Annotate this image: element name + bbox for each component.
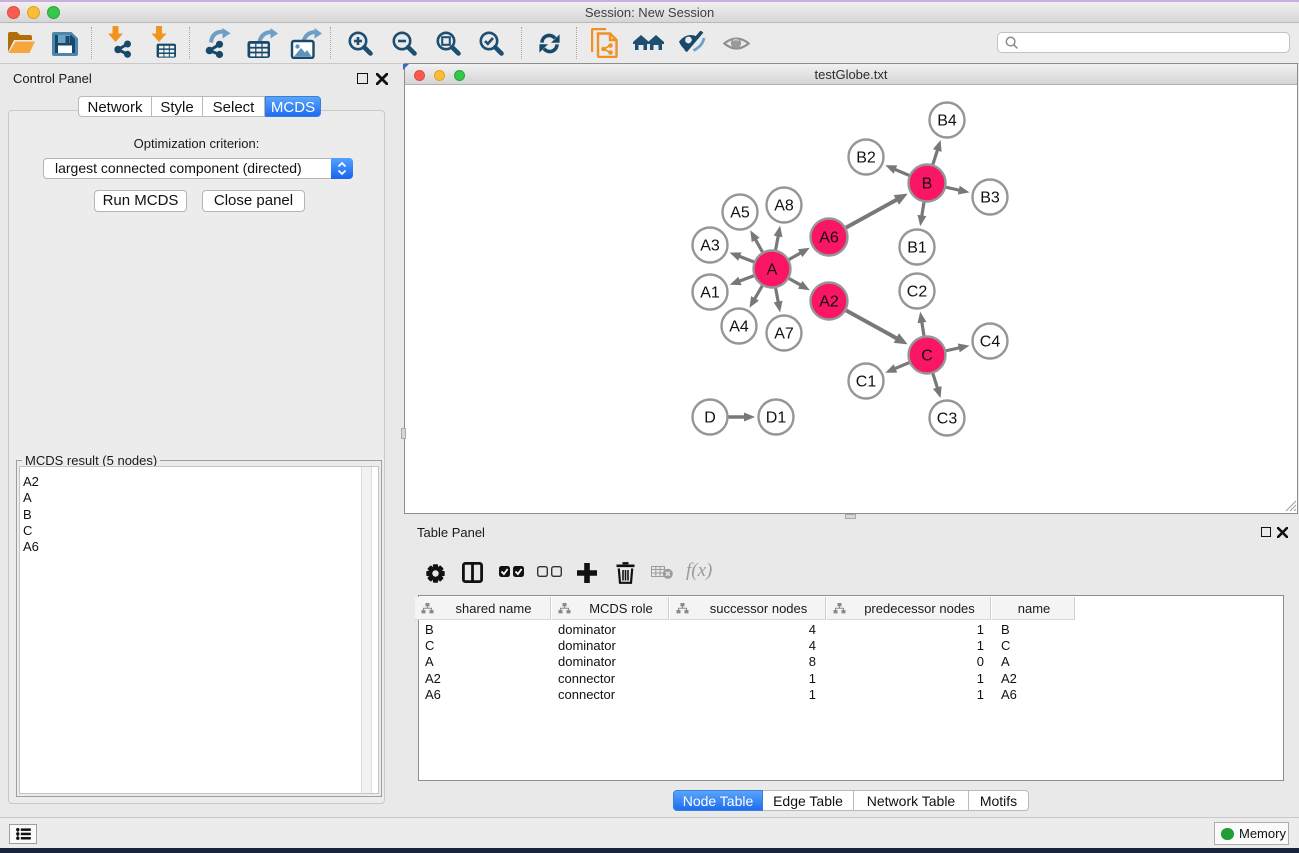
svg-text:A3: A3: [700, 238, 720, 255]
svg-text:C2: C2: [907, 284, 928, 301]
svg-text:B1: B1: [907, 240, 927, 257]
svg-text:B: B: [922, 176, 933, 193]
svg-text:A8: A8: [774, 198, 794, 215]
svg-text:B3: B3: [980, 190, 1000, 207]
svg-text:A6: A6: [819, 230, 839, 247]
svg-text:C1: C1: [856, 374, 877, 391]
svg-text:A5: A5: [730, 205, 750, 222]
svg-text:D: D: [704, 410, 716, 427]
svg-text:A1: A1: [700, 285, 720, 302]
svg-text:C3: C3: [937, 411, 958, 428]
svg-text:C4: C4: [980, 334, 1001, 351]
svg-text:B4: B4: [937, 113, 957, 130]
svg-text:A7: A7: [774, 326, 794, 343]
svg-text:B2: B2: [856, 150, 876, 167]
svg-text:A4: A4: [729, 319, 749, 336]
svg-text:A: A: [767, 262, 778, 279]
svg-text:A2: A2: [819, 294, 839, 311]
svg-text:D1: D1: [766, 410, 787, 427]
svg-text:C: C: [921, 348, 933, 365]
